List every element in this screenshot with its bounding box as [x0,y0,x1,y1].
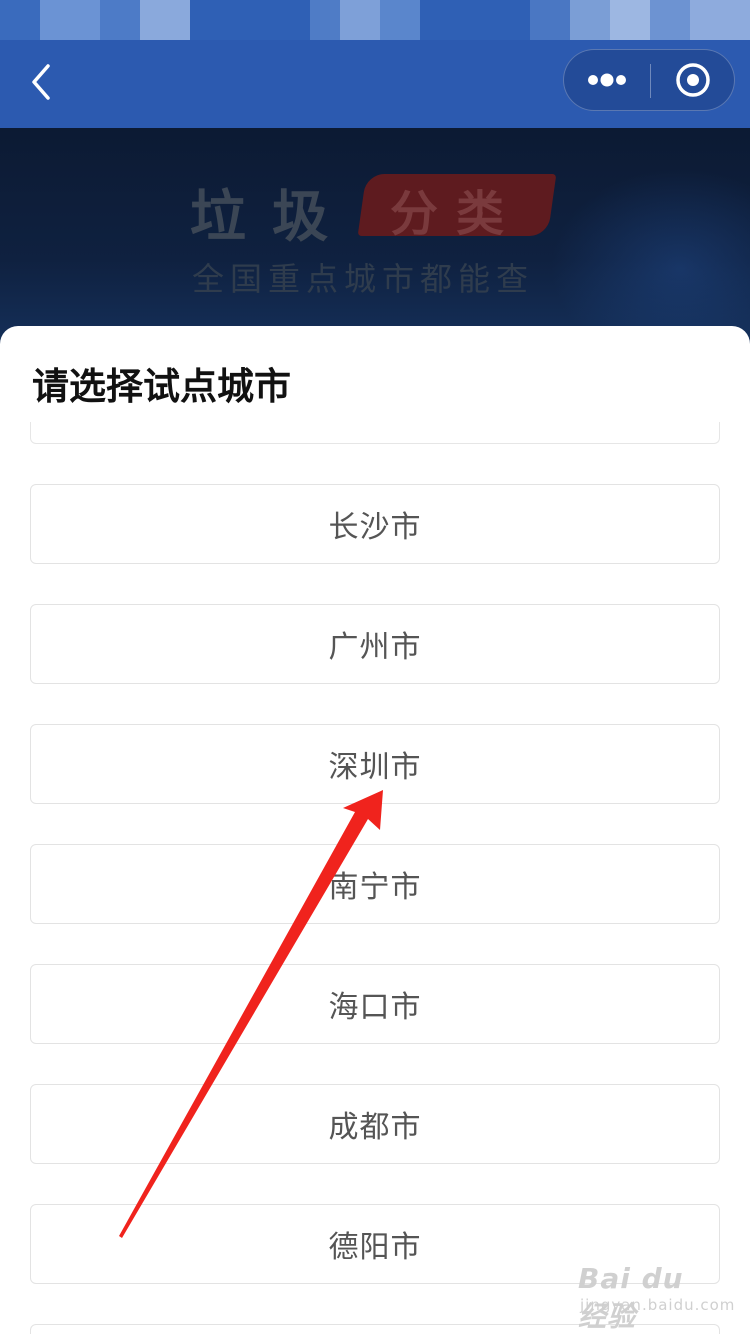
banner-subtitle: 全国重点城市都能查 [192,260,535,298]
banner: 垃圾 分类 全国重点城市都能查 [0,128,750,348]
baidu-jingyan-watermark: Bai du 经验 jingyan.baidu.com [578,1262,734,1333]
sheet-title: 请选择试点城市 [32,365,291,408]
more-button[interactable] [564,50,650,110]
city-select-sheet: 请选择试点城市 长沙市 广州市 深圳市 南宁市 海口市 成都市 德阳市 [0,326,750,1334]
city-item-shenzhen[interactable]: 深圳市 [30,724,720,804]
more-dots-icon [588,73,626,87]
target-close-icon [676,63,710,97]
city-item-changsha[interactable]: 长沙市 [30,484,720,564]
banner-glow [550,168,750,348]
city-item-guangzhou[interactable]: 广州市 [30,604,720,684]
banner-title-part1: 垃圾 [190,185,354,250]
city-item-chengdu[interactable]: 成都市 [30,1084,720,1164]
back-button[interactable] [14,54,70,110]
city-item-partial[interactable] [30,422,720,444]
banner-title-part2: 分类 [390,186,523,242]
mini-program-page: 垃圾 分类 全国重点城市都能查 请选择试点城市 长沙市 广州市 深圳市 南宁市 … [0,0,750,1334]
nav-bar [0,40,750,128]
mini-program-capsule [563,49,735,111]
close-button[interactable] [651,50,735,110]
city-item-nanning[interactable]: 南宁市 [30,844,720,924]
city-item-haikou[interactable]: 海口市 [30,964,720,1044]
status-bar [0,0,750,40]
watermark-sub: jingyan.baidu.com [580,1296,736,1314]
chevron-left-icon [32,64,50,100]
